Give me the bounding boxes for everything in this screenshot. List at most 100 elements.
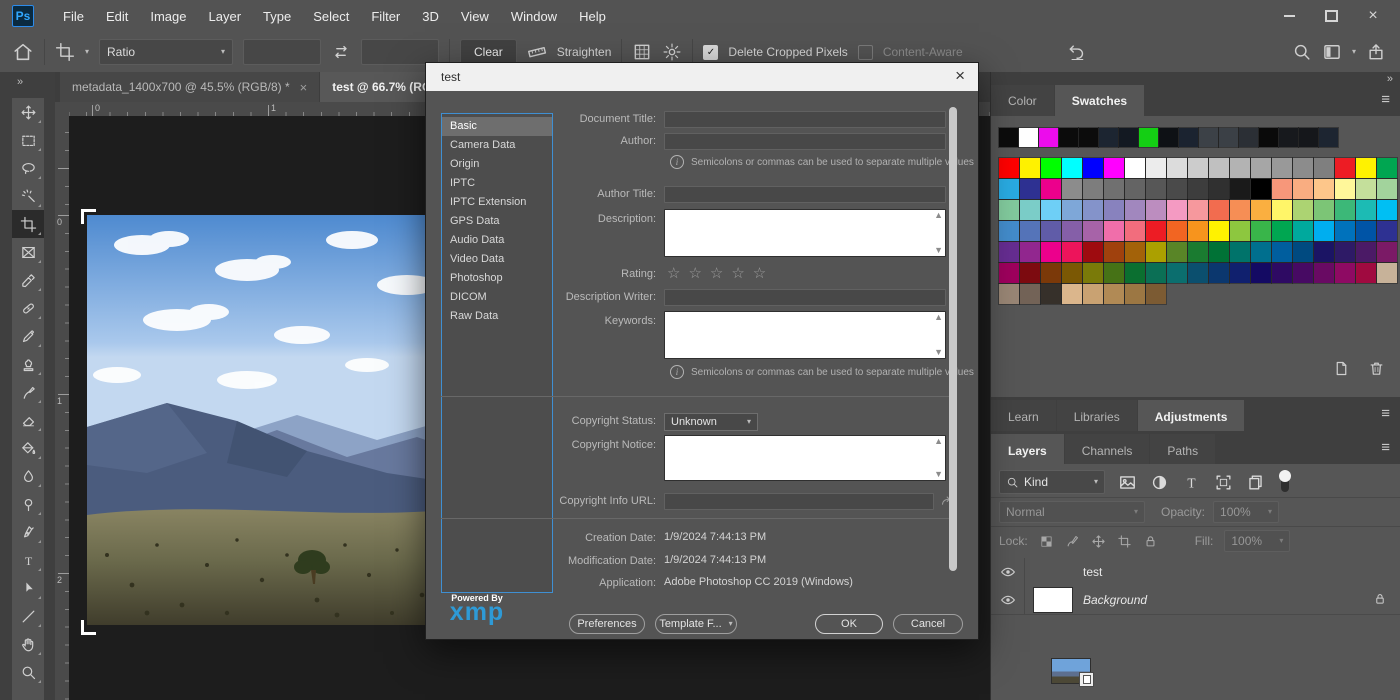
recent-swatch[interactable] [1179, 128, 1198, 147]
author-title-input[interactable] [664, 186, 946, 203]
swatch[interactable] [1230, 179, 1250, 199]
tab-channels[interactable]: Channels [1065, 434, 1150, 467]
cancel-button[interactable]: Cancel [893, 614, 963, 634]
swatch[interactable] [1125, 263, 1145, 283]
layer-row[interactable]: Background [991, 586, 1400, 615]
swatch[interactable] [1335, 158, 1355, 178]
scroll-up-icon[interactable]: ▲ [934, 437, 943, 446]
swatch[interactable] [1272, 242, 1292, 262]
swatch[interactable] [1083, 200, 1103, 220]
panel-menu-icon[interactable]: ≡ [1381, 406, 1390, 421]
swatch[interactable] [1356, 179, 1376, 199]
swatch[interactable] [1146, 221, 1166, 241]
recent-swatch[interactable] [999, 128, 1018, 147]
move-tool[interactable] [12, 98, 44, 126]
filter-shape-layers-icon[interactable] [1214, 473, 1233, 492]
swatch[interactable] [1104, 263, 1124, 283]
filter-smart-object-layers-icon[interactable] [1246, 473, 1265, 492]
metadata-section-origin[interactable]: Origin [442, 155, 552, 174]
swap-dimensions-icon[interactable] [331, 42, 351, 62]
swatch[interactable] [1335, 242, 1355, 262]
minimize-button[interactable] [1268, 1, 1310, 31]
swatch[interactable] [1062, 263, 1082, 283]
swatch[interactable] [1104, 158, 1124, 178]
swatch[interactable] [1104, 242, 1124, 262]
recent-swatch[interactable] [1319, 128, 1338, 147]
swatch[interactable] [1251, 179, 1271, 199]
author-input[interactable] [664, 133, 946, 150]
rating-stars[interactable]: ☆☆☆☆☆ [667, 266, 774, 281]
swatch[interactable] [1293, 221, 1313, 241]
scroll-down-icon[interactable]: ▼ [934, 246, 943, 255]
swatch[interactable] [1209, 263, 1229, 283]
swatch[interactable] [1251, 242, 1271, 262]
swatch[interactable] [1377, 158, 1397, 178]
swatch[interactable] [1251, 221, 1271, 241]
swatch[interactable] [1125, 284, 1145, 304]
collapse-panels-icon[interactable]: » [1387, 73, 1392, 85]
content-aware-checkbox[interactable] [858, 45, 873, 60]
swatch[interactable] [1146, 200, 1166, 220]
lock-position-icon[interactable] [1091, 534, 1106, 549]
swatch[interactable] [1125, 200, 1145, 220]
recent-swatch[interactable] [1259, 128, 1278, 147]
swatch[interactable] [1188, 179, 1208, 199]
swatch[interactable] [1314, 221, 1334, 241]
swatch[interactable] [1209, 200, 1229, 220]
type-tool[interactable]: T [12, 546, 44, 574]
swatch[interactable] [1062, 179, 1082, 199]
ok-button[interactable]: OK [815, 614, 883, 634]
swatch[interactable] [1167, 242, 1187, 262]
swatch[interactable] [1083, 158, 1103, 178]
swatch[interactable] [1251, 200, 1271, 220]
lock-pixels-icon[interactable] [1065, 534, 1080, 549]
menu-layer[interactable]: Layer [198, 9, 253, 24]
swatch[interactable] [1041, 221, 1061, 241]
swatch[interactable] [1020, 221, 1040, 241]
lock-artboard-icon[interactable] [1117, 534, 1132, 549]
zoom-tool[interactable] [12, 658, 44, 686]
chevron-down-icon[interactable]: ▾ [85, 48, 89, 56]
swatch[interactable] [1272, 179, 1292, 199]
swatch[interactable] [1335, 263, 1355, 283]
spot-healing-brush-tool[interactable] [12, 294, 44, 322]
swatch[interactable] [1188, 158, 1208, 178]
layer-thumbnail[interactable] [1052, 659, 1090, 683]
tab-swatches[interactable]: Swatches [1055, 85, 1144, 116]
close-button[interactable]: × [1352, 1, 1394, 31]
swatch[interactable] [1083, 284, 1103, 304]
swatch[interactable] [1377, 242, 1397, 262]
crop-handle-bottom-left[interactable] [81, 620, 96, 635]
swatch[interactable] [1188, 200, 1208, 220]
straighten-icon[interactable] [527, 42, 547, 62]
swatch[interactable] [1020, 200, 1040, 220]
swatch[interactable] [1314, 263, 1334, 283]
recent-swatch[interactable] [1119, 128, 1138, 147]
swatch[interactable] [1251, 158, 1271, 178]
menu-help[interactable]: Help [568, 9, 617, 24]
menu-filter[interactable]: Filter [360, 9, 411, 24]
swatch[interactable] [1083, 221, 1103, 241]
swatch[interactable] [1356, 200, 1376, 220]
swatch[interactable] [1209, 158, 1229, 178]
swatch[interactable] [1062, 158, 1082, 178]
swatch[interactable] [1356, 221, 1376, 241]
clone-stamp-tool[interactable] [12, 350, 44, 378]
home-icon[interactable] [12, 41, 34, 63]
swatch[interactable] [1041, 263, 1061, 283]
rectangular-marquee-tool[interactable] [12, 126, 44, 154]
recent-swatch[interactable] [1019, 128, 1038, 147]
swatch[interactable] [1167, 200, 1187, 220]
crop-ratio-select[interactable]: Ratio ▾ [99, 39, 233, 65]
swatch[interactable] [1293, 179, 1313, 199]
swatch[interactable] [1083, 179, 1103, 199]
swatch[interactable] [999, 263, 1019, 283]
swatch[interactable] [1293, 158, 1313, 178]
swatch[interactable] [1083, 263, 1103, 283]
swatch[interactable] [1230, 200, 1250, 220]
swatch[interactable] [1062, 221, 1082, 241]
delete-cropped-pixels-label[interactable]: Delete Cropped Pixels [728, 45, 847, 59]
swatch[interactable] [1377, 263, 1397, 283]
panel-menu-icon[interactable]: ≡ [1381, 440, 1390, 455]
scroll-up-icon[interactable]: ▲ [934, 211, 943, 220]
